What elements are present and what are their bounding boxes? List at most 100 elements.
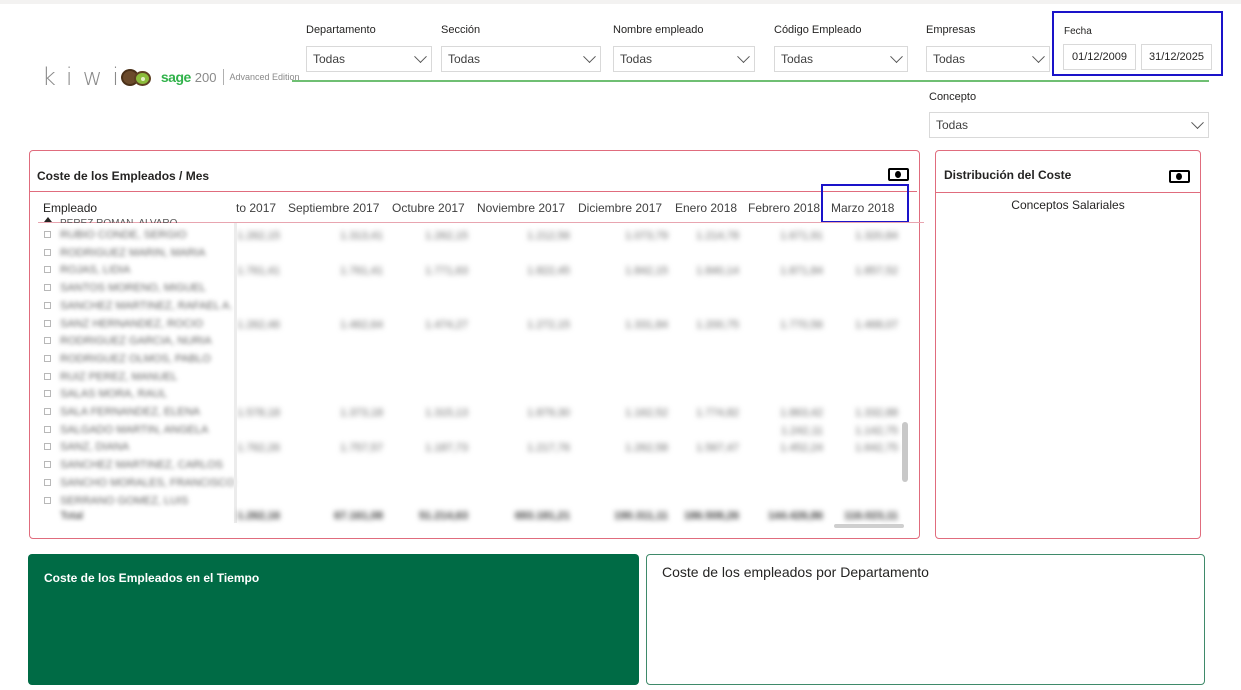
chevron-down-icon — [890, 49, 903, 63]
concepto-dropdown[interactable]: Todas — [929, 112, 1209, 138]
title-divider — [936, 192, 1200, 193]
column-header-empleado[interactable]: Empleado — [43, 201, 97, 215]
table-cell: 1.474,27 — [425, 318, 468, 331]
column-header[interactable]: Diciembre 2017 — [578, 201, 662, 215]
expand-icon[interactable] — [44, 319, 51, 327]
expand-icon[interactable] — [44, 496, 51, 504]
dropdown-value: Todas — [620, 52, 653, 66]
table-row[interactable]: SALA FERNANDEZ, ELENA 1.578,18 1.373,18 1.3… — [30, 404, 910, 422]
table-cell: 1.567,47 — [696, 442, 739, 455]
table-row[interactable]: SANZ HERNANDEZ, ROCIO 1.262,46 1.462,64 1.4… — [30, 316, 910, 334]
table-cell: 1.217,76 — [527, 442, 570, 455]
fecha-label: Fecha — [1064, 26, 1092, 37]
table-cell: 1.462,64 — [340, 318, 383, 331]
table-cell: 1.142,75 — [855, 424, 898, 437]
dropdown-value: Todas — [313, 52, 346, 66]
employee-name: RUBIO CONDE, SERGIO — [60, 229, 187, 241]
employee-name: SANTOS MORENO, MIGUEL — [60, 282, 206, 295]
total-cell: 190.311,11 — [614, 510, 668, 522]
dropdown-value: Todas — [781, 52, 814, 66]
table-cell: 1.842,15 — [625, 265, 668, 278]
total-cell: 186.508,26 — [683, 510, 739, 522]
slicer-label: Departamento — [306, 24, 376, 36]
table-cell: 1.320,84 — [855, 230, 898, 242]
total-cell: 144.426,86 — [767, 510, 823, 522]
expand-icon[interactable] — [44, 337, 51, 345]
money-icon[interactable] — [888, 168, 909, 181]
codigo-empleado-dropdown[interactable]: Todas — [774, 46, 908, 72]
table-cell: 1.242,11 — [780, 424, 823, 437]
table-row[interactable]: SANCHEZ MARTINEZ, CARLOS — [30, 457, 910, 475]
fecha-start-input[interactable]: 01/12/2009 — [1063, 44, 1136, 70]
expand-icon[interactable] — [44, 354, 51, 362]
coste-tiempo-tile[interactable]: Coste de los Empleados en el Tiempo — [28, 554, 639, 685]
nombre-empleado-dropdown[interactable]: Todas — [613, 46, 755, 72]
table-cell: 1.331,84 — [625, 318, 668, 331]
horizontal-scrollbar[interactable] — [834, 524, 904, 528]
table-row[interactable]: SANCHEZ MARTINEZ, RAFAEL A. — [30, 298, 910, 316]
table-row[interactable]: RODRIGUEZ MARIN, MARIA — [30, 245, 910, 263]
table-row[interactable]: RUIZ PEREZ, MANUEL — [30, 369, 910, 387]
expand-icon[interactable] — [44, 266, 51, 274]
money-icon[interactable] — [1169, 170, 1190, 183]
expand-icon[interactable] — [44, 478, 51, 486]
fecha-slicer: Fecha 01/12/2009 31/12/2025 — [1052, 11, 1223, 76]
employee-name: RUIZ PEREZ, MANUEL — [60, 370, 178, 383]
expand-icon[interactable] — [44, 284, 51, 292]
employee-name: SANCHEZ MARTINEZ, CARLOS — [60, 459, 223, 472]
chevron-down-icon — [414, 49, 427, 63]
table-row[interactable]: SANZ, DIANA 1.762,26 1.757,57 1.187,73 1.217… — [30, 439, 910, 457]
column-header[interactable]: to 2017 — [236, 201, 276, 215]
partial-row-name: PEREZ ROMAN, ALVARO — [60, 215, 177, 223]
departamento-dropdown[interactable]: Todas — [306, 46, 432, 72]
vertical-scrollbar[interactable] — [902, 422, 908, 482]
column-header[interactable]: Enero 2018 — [675, 201, 737, 215]
total-cell: 116.023,11 — [844, 510, 898, 522]
slicer-codigo-empleado: Código Empleado Todas — [774, 24, 908, 72]
expand-icon[interactable] — [44, 248, 51, 256]
expand-icon[interactable] — [44, 443, 51, 451]
expand-icon[interactable] — [44, 372, 51, 380]
expand-icon[interactable] — [44, 408, 51, 415]
panel-title: Coste de los Empleados / Mes — [37, 169, 210, 183]
coste-departamento-tile[interactable]: Coste de los empleados por Departamento — [646, 554, 1205, 685]
expand-icon[interactable] — [44, 425, 51, 433]
kiwi-wordmark: kiwi — [42, 63, 129, 91]
table-cell: 1.642,75 — [855, 442, 898, 455]
table-row[interactable]: RODRIGUEZ GARCIA, NURIA — [30, 333, 910, 351]
slicer-label: Sección — [441, 24, 481, 36]
table-cell: 1.840,14 — [696, 265, 739, 278]
column-header[interactable]: Noviembre 2017 — [477, 201, 565, 215]
expand-icon[interactable] — [44, 390, 51, 398]
tile-title: Coste de los empleados por Departamento — [662, 564, 929, 580]
table-row[interactable]: RODRIGUEZ OLMOS, PABLO — [30, 351, 910, 369]
table-row[interactable]: SALGADO MARTIN, ANGELA 1.242,11 1.142,75 — [30, 422, 910, 440]
employee-name: SALGADO MARTIN, ANGELA — [60, 423, 209, 436]
column-header[interactable]: Febrero 2018 — [748, 201, 820, 215]
employee-name: RODRIGUEZ MARIN, MARIA — [60, 246, 206, 259]
table-cell: 1.262,58 — [625, 442, 668, 455]
dropdown-value: Todas — [448, 52, 481, 66]
table-cell: 1.332,88 — [855, 407, 898, 419]
employee-name: SANCHEZ MARTINEZ, RAFAEL A. — [60, 299, 233, 312]
slicer-label: Código Empleado — [774, 24, 862, 36]
column-header[interactable]: Septiembre 2017 — [288, 201, 379, 215]
expand-icon[interactable] — [44, 301, 51, 309]
column-header[interactable]: Octubre 2017 — [392, 201, 465, 215]
fecha-end-input[interactable]: 31/12/2025 — [1141, 44, 1212, 70]
expand-icon[interactable] — [44, 461, 51, 469]
top-strip — [0, 0, 1241, 4]
table-cell: 1.762,26 — [237, 442, 280, 455]
table-row[interactable]: ROJAS, LIDIA 1.761,41 1.761,41 1.771,63 1.82… — [30, 262, 910, 280]
table-row[interactable]: SALAS MORA, RAUL — [30, 386, 910, 404]
table-row[interactable]: SANTOS MORENO, MIGUEL — [30, 280, 910, 298]
seccion-dropdown[interactable]: Todas — [441, 46, 601, 72]
empresas-dropdown[interactable]: Todas — [926, 46, 1050, 72]
table-cell: 1.373,18 — [340, 407, 383, 419]
table-cell: 1.761,41 — [237, 265, 280, 278]
table-row[interactable]: RUBIO CONDE, SERGIO 1.262,15 1.313,41 1.262… — [30, 227, 910, 245]
expand-icon[interactable] — [44, 231, 51, 238]
table-row[interactable]: SANCHO MORALES, FRANCISCO — [30, 475, 910, 493]
chevron-down-icon — [583, 49, 596, 63]
table-cell: 1.073,79 — [625, 230, 668, 242]
